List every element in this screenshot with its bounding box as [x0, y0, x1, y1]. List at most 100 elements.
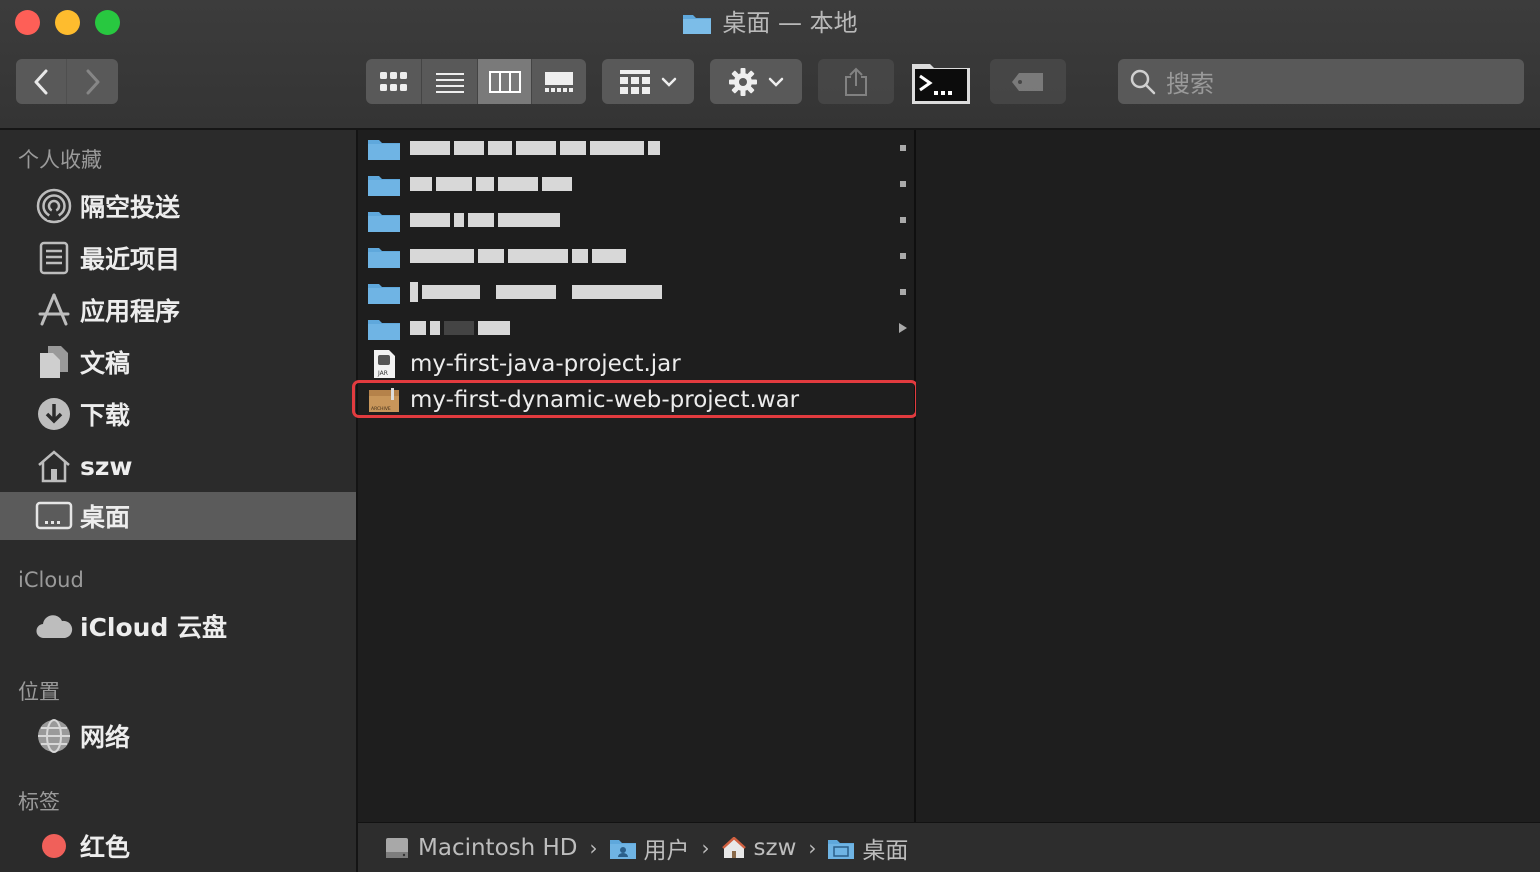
list-view-button[interactable] — [421, 59, 477, 104]
action-button[interactable] — [710, 59, 802, 104]
section-header-tags: 标签 — [18, 790, 60, 814]
sidebar: 个人收藏 隔空投送 最近项目 应用程序 文稿 下载 szw 桌面 iCloud … — [0, 130, 358, 872]
folder-icon — [368, 206, 400, 234]
users-folder-icon — [609, 837, 636, 859]
redacted-name — [410, 141, 660, 155]
column-view-button[interactable] — [476, 59, 532, 104]
highlight-annotation — [352, 380, 918, 418]
documents-icon — [34, 342, 74, 382]
file-name: my-first-java-project.jar — [410, 351, 681, 377]
titlebar: 桌面 — 本地 搜索 — [0, 0, 1540, 130]
red-tag-dot-icon — [34, 826, 74, 866]
section-header-icloud: iCloud — [18, 568, 84, 592]
sidebar-item-label: 文稿 — [80, 349, 131, 378]
path-separator-icon: › — [808, 835, 817, 860]
folder-row-redacted[interactable] — [358, 310, 914, 346]
sidebar-item-label: 红色 — [80, 833, 131, 862]
folder-icon — [682, 10, 712, 44]
tags-button[interactable] — [990, 59, 1066, 104]
sidebar-item-label: 隔空投送 — [80, 193, 181, 222]
columns-icon — [488, 70, 521, 93]
sidebar-item-documents[interactable]: 文稿 — [0, 338, 356, 386]
sidebar-item-downloads[interactable]: 下载 — [0, 390, 356, 438]
chevron-right-icon — [86, 69, 99, 94]
open-terminal-button[interactable] — [910, 59, 972, 104]
share-button[interactable] — [818, 59, 894, 104]
folder-row-redacted[interactable] — [358, 274, 914, 310]
sidebar-item-label: 下载 — [80, 401, 131, 430]
redacted-name — [410, 321, 510, 335]
sidebar-item-applications[interactable]: 应用程序 — [0, 286, 356, 334]
chevron-down-icon — [661, 77, 677, 87]
disclosure-arrow-icon — [899, 323, 907, 333]
svg-text:JAR: JAR — [377, 370, 388, 377]
path-separator-icon: › — [589, 835, 598, 860]
section-header-favorites: 个人收藏 — [18, 148, 102, 172]
folder-row-redacted[interactable] — [358, 238, 914, 274]
sidebar-item-desktop[interactable]: 桌面 — [0, 492, 356, 540]
share-icon — [845, 67, 867, 96]
terminal-folder-icon — [912, 63, 970, 104]
file-row[interactable]: JAR my-first-java-project.jar — [358, 346, 914, 382]
sidebar-item-network[interactable]: 网络 — [0, 712, 356, 760]
desktop-icon — [34, 496, 74, 536]
search-placeholder: 搜索 — [1166, 70, 1214, 98]
sidebar-item-airdrop[interactable]: 隔空投送 — [0, 182, 356, 230]
group-by-button[interactable] — [602, 59, 694, 104]
downloads-icon — [34, 394, 74, 434]
folder-row-redacted[interactable] — [358, 202, 914, 238]
path-crumb-label: Macintosh HD — [418, 834, 578, 861]
desktop-folder-icon — [828, 837, 855, 859]
path-crumb-label: szw — [753, 834, 797, 861]
redacted-name — [410, 177, 572, 191]
icon-view-button[interactable] — [366, 59, 421, 104]
folder-icon — [368, 134, 400, 162]
home-icon — [34, 446, 74, 486]
list-icon — [435, 72, 464, 93]
path-crumb-disk[interactable]: Macintosh HD — [384, 835, 578, 861]
cloud-icon — [34, 606, 74, 646]
redacted-name — [410, 249, 626, 263]
nav-buttons — [16, 59, 118, 104]
sidebar-item-icloud-drive[interactable]: iCloud 云盘 — [0, 602, 356, 650]
gallery-view-button[interactable] — [531, 59, 586, 104]
chevron-down-icon — [768, 77, 784, 87]
recents-icon — [34, 238, 74, 278]
folder-icon — [368, 242, 400, 270]
airdrop-icon — [34, 186, 74, 226]
path-crumb-label: 桌面 — [862, 837, 909, 864]
path-crumb-desktop[interactable]: 桌面 — [828, 831, 908, 865]
path-bar: Macintosh HD › 用户 › szw › 桌面 — [358, 822, 1540, 872]
chevron-left-icon — [34, 69, 48, 94]
window-title: 桌面 — 本地 — [0, 6, 1540, 44]
finder-window: 桌面 — 本地 搜索 个人收藏 隔空投送 最近项目 应用程序 文稿 下载 szw… — [0, 0, 1540, 872]
folder-row-redacted[interactable] — [358, 166, 914, 202]
sidebar-item-label: 网络 — [80, 723, 131, 752]
jar-file-icon: JAR — [368, 350, 400, 378]
disclosure-arrow-icon — [900, 253, 906, 259]
folder-row-redacted[interactable] — [358, 130, 914, 166]
sidebar-item-label: szw — [80, 451, 133, 481]
path-crumb-users[interactable]: 用户 — [609, 831, 690, 865]
disclosure-arrow-icon — [900, 217, 906, 223]
home-icon — [721, 836, 746, 859]
folder-icon — [368, 278, 400, 306]
disclosure-arrow-icon — [900, 289, 906, 295]
sidebar-item-home[interactable]: szw — [0, 442, 356, 490]
sidebar-item-tag-red[interactable]: 红色 — [0, 822, 356, 870]
search-field[interactable]: 搜索 — [1118, 59, 1524, 104]
disclosure-arrow-icon — [900, 181, 906, 187]
sidebar-item-recents[interactable]: 最近项目 — [0, 234, 356, 282]
search-icon — [1130, 69, 1156, 94]
gallery-icon — [545, 71, 574, 92]
back-button[interactable] — [16, 59, 66, 104]
folder-icon — [368, 170, 400, 198]
sidebar-item-label: iCloud 云盘 — [80, 613, 228, 642]
file-column: JAR my-first-java-project.jar ARCHIVE my… — [358, 130, 916, 822]
sidebar-item-label: 应用程序 — [80, 297, 181, 326]
path-crumb-label: 用户 — [643, 837, 690, 864]
window-title-text: 桌面 — 本地 — [722, 9, 858, 37]
forward-button[interactable] — [66, 59, 118, 104]
path-crumb-home[interactable]: szw — [721, 834, 797, 861]
network-icon — [34, 716, 74, 756]
